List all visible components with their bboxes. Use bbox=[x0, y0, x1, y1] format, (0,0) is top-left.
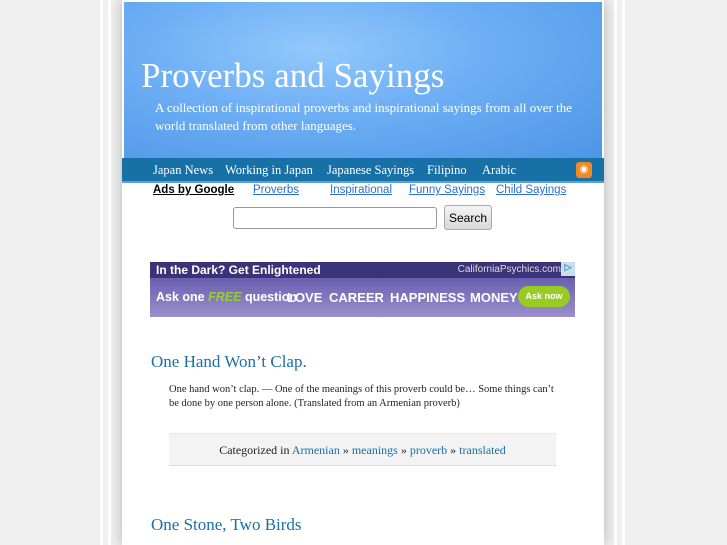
main-nav: Japan News Working in Japan Japanese Say… bbox=[122, 158, 604, 183]
adchoices-icon[interactable]: ▷ bbox=[561, 262, 575, 276]
categorized-label: Categorized in bbox=[219, 443, 290, 457]
topic-money: MONEY bbox=[470, 290, 518, 305]
separator: » bbox=[450, 443, 457, 457]
separator: » bbox=[342, 443, 349, 457]
banner-ask-text: Ask one FREE question bbox=[156, 290, 297, 304]
category-link[interactable]: Armenian bbox=[292, 443, 340, 457]
separator: » bbox=[400, 443, 407, 457]
nav-japan-news[interactable]: Japan News bbox=[153, 163, 213, 178]
page-container: Proverbs and Sayings A collection of ins… bbox=[122, 0, 604, 545]
topic-career: CAREER bbox=[329, 290, 384, 305]
decor-stripe bbox=[108, 0, 111, 545]
site-title[interactable]: Proverbs and Sayings bbox=[141, 56, 444, 96]
post-title[interactable]: One Hand Won’t Clap. bbox=[151, 352, 307, 372]
category-link[interactable]: meanings bbox=[352, 443, 398, 457]
decor-stripe bbox=[622, 0, 625, 545]
search-button[interactable]: Search bbox=[444, 205, 492, 230]
nav-filipino[interactable]: Filipino bbox=[427, 163, 467, 178]
ask-pre: Ask one bbox=[156, 290, 205, 304]
ask-now-button[interactable]: Ask now bbox=[518, 286, 570, 307]
decor-stripe bbox=[100, 0, 103, 545]
ad-banner[interactable]: In the Dark? Get Enlightened CaliforniaP… bbox=[150, 262, 575, 317]
post-title[interactable]: One Stone, Two Birds bbox=[151, 515, 302, 535]
banner-headline: In the Dark? Get Enlightened bbox=[156, 263, 321, 277]
nav-arabic[interactable]: Arabic bbox=[482, 163, 516, 178]
ad-link-proverbs[interactable]: Proverbs bbox=[253, 184, 299, 196]
category-link[interactable]: proverb bbox=[410, 443, 447, 457]
topic-love: LOVE bbox=[287, 290, 323, 305]
site-header: Proverbs and Sayings A collection of ins… bbox=[124, 2, 602, 158]
ad-link-inspirational[interactable]: Inspirational bbox=[330, 184, 392, 196]
rss-icon[interactable]: ◉ bbox=[576, 162, 592, 178]
topic-happiness: HAPPINESS bbox=[390, 290, 466, 305]
ad-link-funny-sayings[interactable]: Funny Sayings bbox=[409, 184, 485, 196]
banner-brand: CaliforniaPsychics.com bbox=[457, 264, 561, 275]
nav-working-in-japan[interactable]: Working in Japan bbox=[225, 163, 313, 178]
ad-link-child-sayings[interactable]: Child Sayings bbox=[496, 184, 566, 196]
category-link[interactable]: translated bbox=[459, 443, 506, 457]
free-text: FREE bbox=[208, 290, 242, 304]
site-tagline: A collection of inspirational proverbs a… bbox=[155, 100, 572, 133]
post-body: One hand won’t clap. — One of the meanin… bbox=[169, 384, 554, 409]
ad-links: Ads by Google Proverbs Inspirational Fun… bbox=[122, 184, 604, 200]
search-input[interactable] bbox=[233, 207, 437, 229]
decor-stripe bbox=[614, 0, 617, 545]
post-categories: Categorized in Armenian » meanings » pro… bbox=[169, 433, 556, 466]
ads-by-google[interactable]: Ads by Google bbox=[153, 184, 234, 196]
nav-japanese-sayings[interactable]: Japanese Sayings bbox=[327, 163, 414, 178]
